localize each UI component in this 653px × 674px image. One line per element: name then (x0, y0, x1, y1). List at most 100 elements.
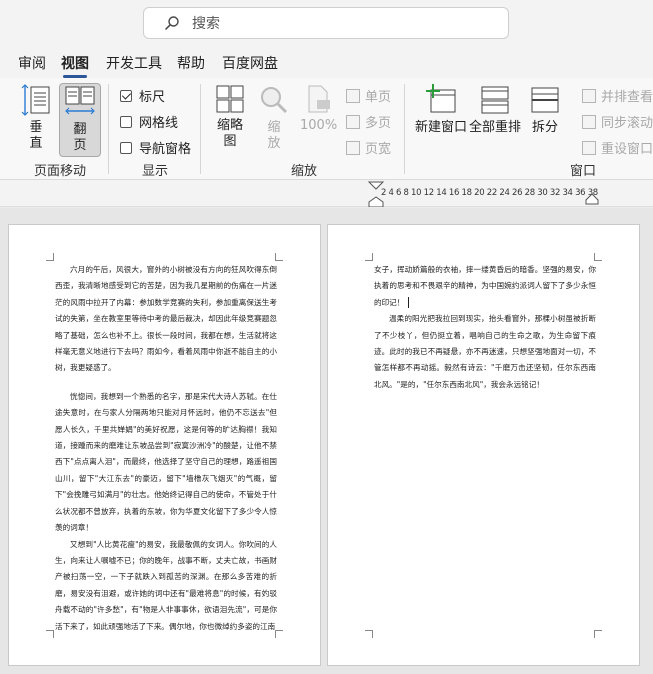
one-page-icon (346, 88, 360, 103)
thumbnail-button[interactable]: 缩略图 (212, 84, 248, 150)
sync-scroll-icon (582, 114, 596, 129)
sync-scroll-label: 同步滚动 (601, 116, 653, 131)
horizontal-ruler[interactable]: 2 4 6 8 10 12 14 16 18 20 22 24 26 28 30… (0, 180, 653, 207)
paragraph: 恍惚间，我想到一个熟悉的名字，那是宋代大诗人苏轼。在仕途失意时，在与家人分隔两地… (55, 389, 277, 537)
group-label-window: 窗口 (569, 164, 596, 179)
multi-page-icon (346, 114, 360, 129)
tab-view[interactable]: 视图 (61, 53, 89, 78)
ruler-numbers: 2 4 6 8 10 12 14 16 18 20 22 24 26 28 30… (381, 188, 598, 198)
divider (108, 84, 109, 174)
page-width-icon (346, 140, 360, 155)
magnifier-icon (261, 87, 288, 114)
document-page-2[interactable]: 女子，挥动娇篇般的衣袖，摔一缕黄昏后的暗香。坚强的易安，你执着的思考和不畏艰辛的… (327, 224, 640, 666)
paragraph: 温柔的阳光把我拉回到现实，抬头看窗外，那棵小树虽被折断了不少枝丫，但仍挺立着，唱… (374, 311, 596, 393)
gridlines-checkbox[interactable]: 网格线 (120, 112, 178, 131)
document-area: 六月的午后，风很大，窗外的小树被没有方向的狂风吹得东倒西歪，我清晰地感受到它的苦… (0, 208, 653, 674)
page-1-body[interactable]: 六月的午后，风很大，窗外的小树被没有方向的狂风吹得东倒西歪，我清晰地感受到它的苦… (55, 262, 277, 635)
zoom-100-label: 100% (300, 118, 338, 133)
ribbon-tabs: 审阅 视图 开发工具 帮助 百度网盘 (0, 48, 653, 78)
page-width-button[interactable]: 页宽 (346, 138, 391, 157)
group-label-page-move: 页面移动 (33, 164, 86, 179)
title-bar: 搜索 (0, 0, 653, 48)
document-page-1[interactable]: 六月的午后，风很大，窗外的小树被没有方向的狂风吹得东倒西歪，我清晰地感受到它的苦… (8, 224, 321, 666)
side-by-side-icon (582, 88, 596, 103)
vertical-page-icon (21, 84, 50, 116)
margin-corner (365, 630, 373, 638)
paragraph: 六月的午后，风很大，窗外的小树被没有方向的狂风吹得东倒西歪，我清晰地感受到它的苦… (55, 262, 277, 377)
margin-corner (594, 630, 602, 638)
margin-corner (594, 253, 602, 261)
nav-pane-checkbox-label: 导航窗格 (139, 142, 192, 157)
search-placeholder: 搜索 (192, 16, 220, 32)
flip-button[interactable]: 翻页 (62, 84, 98, 154)
vertical-button[interactable]: 垂直 (20, 84, 52, 152)
split-window-icon (531, 87, 559, 113)
nav-pane-checkbox-box[interactable] (120, 141, 132, 154)
group-label-zoom: 缩放 (290, 164, 317, 179)
split-button[interactable]: 拆分 (528, 84, 562, 136)
tab-help[interactable]: 帮助 (177, 53, 205, 73)
ruler-checkbox[interactable]: 标尺 (120, 86, 165, 105)
gridlines-checkbox-box[interactable] (120, 115, 132, 128)
zoom-100-button[interactable]: 100% (300, 84, 338, 134)
text-line: 略了基础，怎么也补不上。很长一段时间，我都在想，生活就将这 (55, 330, 277, 340)
nav-pane-checkbox[interactable]: 导航窗格 (120, 138, 191, 157)
tab-developer[interactable]: 开发工具 (106, 53, 162, 73)
zoom-button[interactable]: 缩放 (257, 84, 291, 152)
page-2-body[interactable]: 女子，挥动娇篇般的衣袖，摔一缕黄昏后的暗香。坚强的易安，你执着的思考和不畏艰辛的… (374, 262, 596, 393)
multi-page-button[interactable]: 多页 (346, 112, 391, 131)
one-page-label: 单页 (365, 90, 392, 105)
text-line: 恍惚间，我想到一个熟悉的名字，那是宋代大诗人苏轼。在仕 (70, 391, 277, 401)
ruler-checkbox-box[interactable] (120, 89, 132, 102)
text-line: 六月的午后，风很大，窗外的小树被没有方向的狂风吹得东倒 (70, 265, 277, 274)
arrange-all-label: 全部重排 (469, 120, 522, 135)
one-page-button[interactable]: 单页 (346, 86, 391, 105)
group-label-show: 显示 (141, 164, 168, 179)
new-window-button[interactable]: 新建窗口 (412, 84, 470, 136)
text-cursor (408, 297, 410, 309)
divider (404, 84, 405, 174)
text-line: 活下来了，如此顽强地活了下来。偶尔地，你也微绰约多姿的江南 (55, 621, 276, 631)
new-window-label: 新建窗口 (414, 120, 467, 135)
arrange-all-icon (481, 86, 509, 114)
text-line: 样毫无意义地进行下去吗？雨如今，看着风雨中你逝不能自主的小 (55, 347, 277, 357)
margin-corner (46, 630, 54, 638)
side-by-side-button[interactable]: 并排查看 (582, 86, 653, 105)
margin-corner (365, 253, 373, 261)
text-line: 产被扫荡一空，一下子就跌入到孤苦的深渊。在那么多苦难的折 (55, 572, 277, 582)
search-box[interactable]: 搜索 (143, 7, 509, 39)
sync-scroll-button[interactable]: 同步滚动 (582, 112, 653, 131)
tab-baidu-netdisk[interactable]: 百度网盘 (222, 53, 278, 73)
text-line: 女子，挥动娇篇般的衣袖，摔一缕黄昏后的暗香。坚强的易安，你 (374, 265, 596, 274)
page-width-label: 页宽 (365, 142, 392, 157)
reset-window-label: 重设窗口 (601, 142, 653, 157)
page-100-icon (308, 85, 330, 113)
text-line: 磨，易安没有沮避，或许她的词中还有"最难将息"的时候，有妁驳 (55, 588, 277, 598)
right-indent-marker-icon[interactable] (585, 193, 599, 205)
new-window-icon (426, 84, 456, 113)
multi-page-label: 多页 (365, 116, 392, 131)
text-line: 舟载不动的"许多愁"，有"物是人非事事休，欲语泪先流"，可是你 (55, 605, 277, 615)
text-line: 执着的思考和不畏艰辛的精神，为中国婉约派词人留下了多少永恒 (374, 281, 596, 291)
thumbnail-grid-icon (216, 85, 244, 113)
text-line: 又想到"人比黄花瘦"的易安，我最敬佩的女词人。你吹间的人 (70, 539, 277, 549)
split-label: 拆分 (531, 120, 558, 135)
tab-review[interactable]: 审阅 (18, 53, 46, 73)
text-line: 茫的风雨中拉开了内幕：参加数学竞赛的失利，参加重离保送生考 (55, 297, 277, 307)
reset-window-icon (582, 140, 596, 155)
text-line: 的印记！ (374, 297, 405, 307)
flip-label: 翻页 (73, 122, 87, 153)
divider (200, 84, 201, 174)
side-by-side-page-icon (65, 86, 95, 115)
arrange-all-button[interactable]: 全部重排 (469, 84, 521, 136)
text-line: 树，我更疑惑了。 (55, 363, 116, 373)
thumbnail-label: 缩略图 (216, 118, 243, 149)
text-line: 西歪，我清晰地感受到它的苦楚，因为我几星期前的伤痛在一片迷 (55, 281, 277, 291)
reset-window-button[interactable]: 重设窗口 (582, 138, 653, 157)
search-icon (164, 16, 179, 31)
gridlines-checkbox-label: 网格线 (139, 116, 179, 131)
paragraph: 女子，挥动娇篇般的衣袖，摔一缕黄昏后的暗香。坚强的易安，你执着的思考和不畏艰辛的… (374, 262, 596, 311)
ruler-checkbox-label: 标尺 (139, 90, 166, 105)
paragraph: 又想到"人比黄花瘦"的易安，我最敬佩的女词人。你吹间的人生，向来让人嘱嘘不已；你… (55, 537, 277, 635)
